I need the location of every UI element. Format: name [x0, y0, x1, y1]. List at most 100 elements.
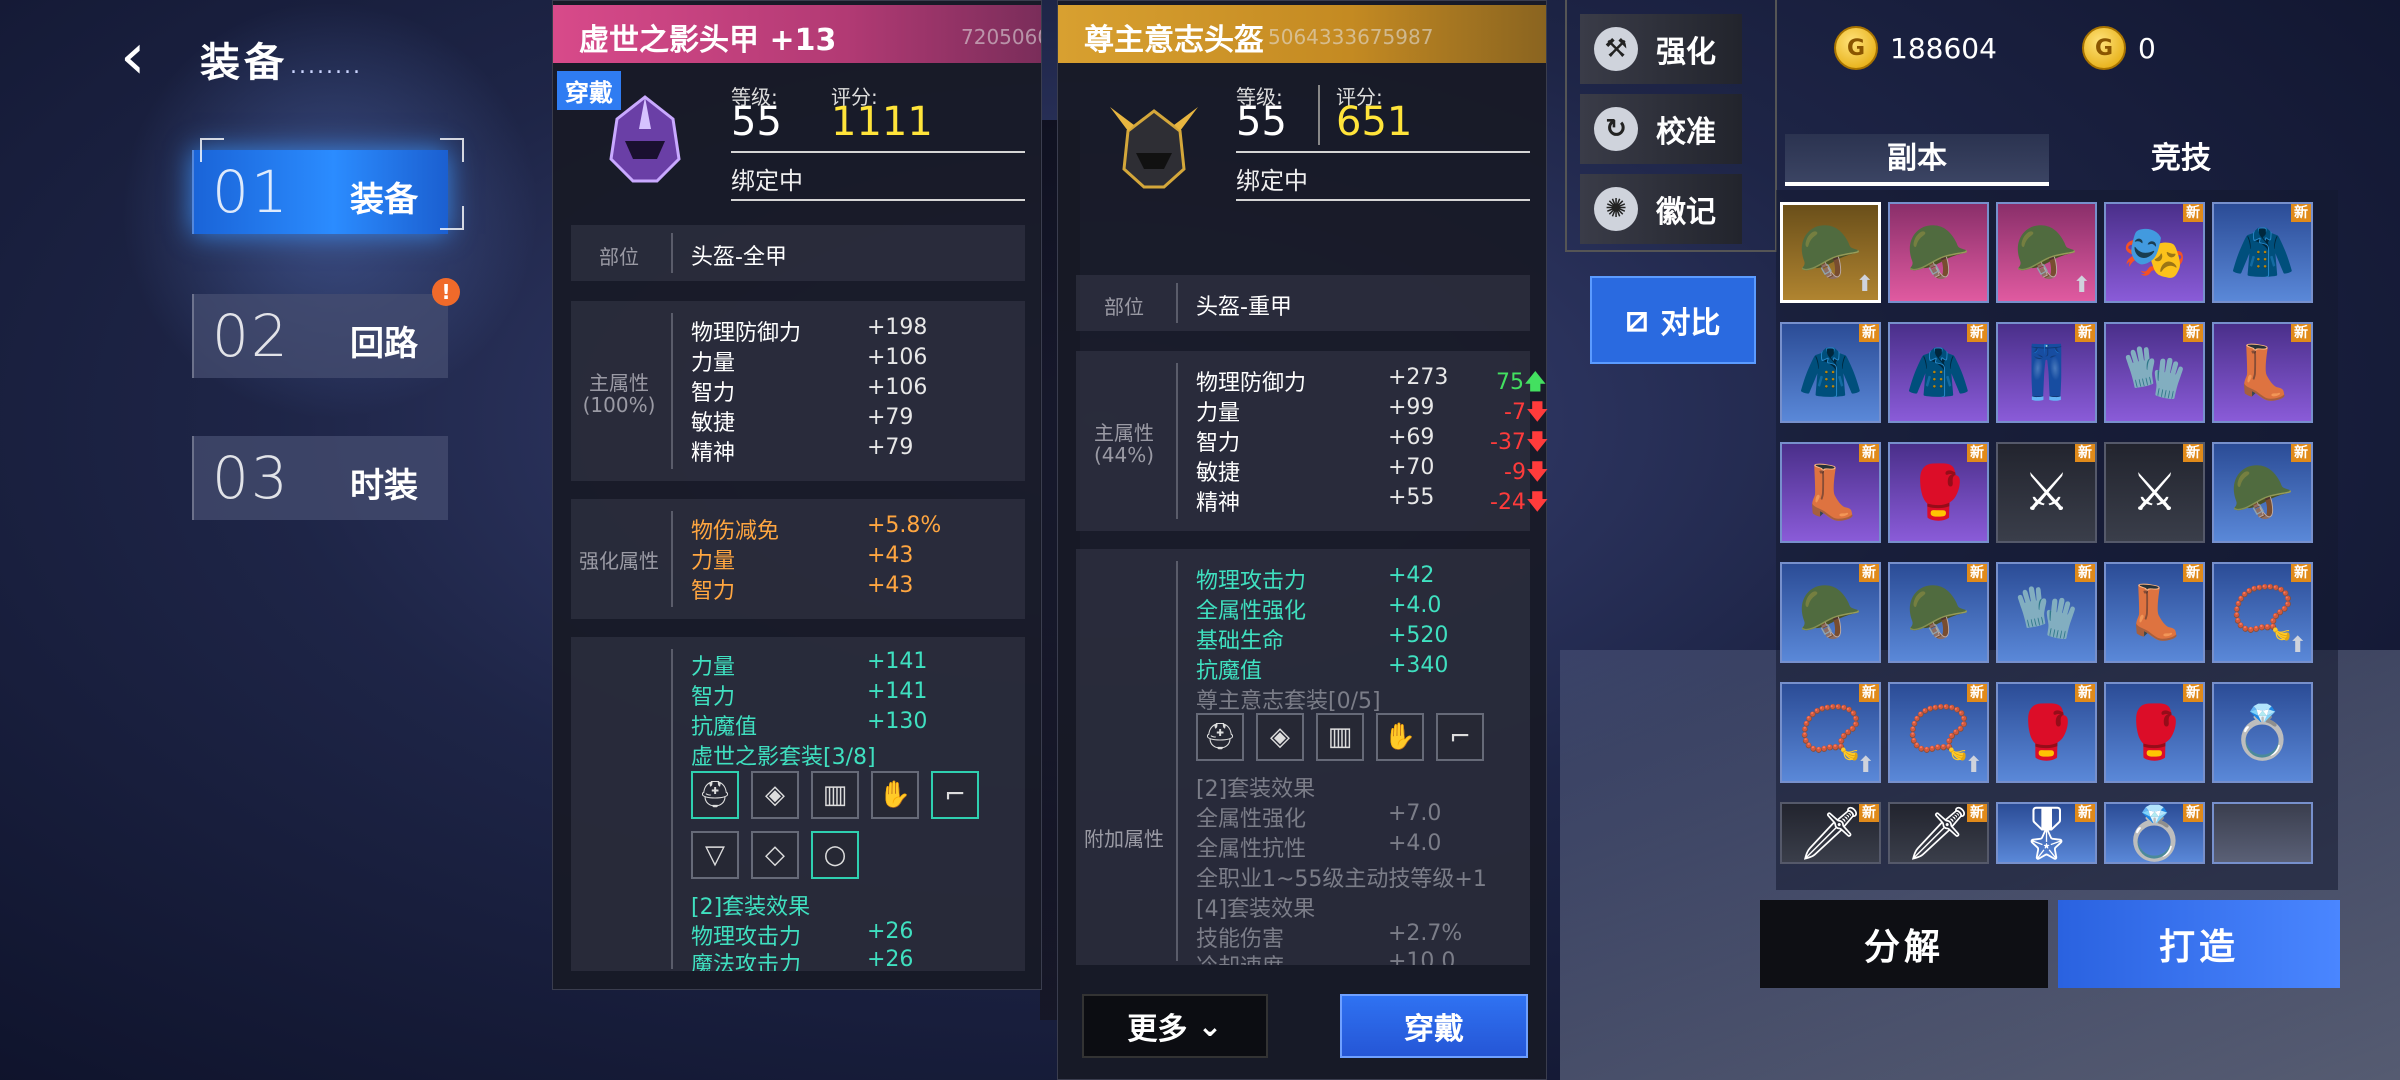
- inventory-slot[interactable]: 新 👢: [2212, 322, 2313, 423]
- stat-value: +42: [1388, 563, 1435, 588]
- set-boots-icon[interactable]: ⌐: [1436, 713, 1484, 761]
- calibrate-button[interactable]: ↻ 校准: [1580, 94, 1742, 164]
- inventory-slot[interactable]: 新 🧥: [2212, 202, 2313, 303]
- tab-fashion[interactable]: 03 时装: [192, 436, 448, 520]
- score-value: 651: [1336, 99, 1413, 145]
- more-button[interactable]: 更多 ⌄: [1082, 994, 1268, 1058]
- tab-number: 03: [212, 444, 290, 512]
- set-effect-title: [2]套装效果: [691, 895, 811, 920]
- emblem-button[interactable]: ✺ 徽记: [1580, 174, 1742, 244]
- level-value: 55: [1236, 99, 1287, 145]
- inventory-slot[interactable]: 新 🎖: [1996, 802, 2097, 864]
- helmet-icon: 🪖: [1798, 583, 1863, 643]
- set-ring-icon[interactable]: ○: [811, 831, 859, 879]
- inventory-slot[interactable]: 新 👖: [1996, 322, 2097, 423]
- stat-name: 敏捷: [691, 411, 736, 436]
- wear-button[interactable]: 穿戴: [1340, 994, 1528, 1058]
- slot-label: 部位: [599, 245, 639, 269]
- stat-name: 力量: [691, 549, 736, 574]
- page-title: 装备: [200, 40, 288, 86]
- inventory-slot[interactable]: 新 🧤: [1996, 562, 2097, 663]
- new-badge: 新: [1967, 684, 1987, 702]
- inventory-slot[interactable]: 新 🗡: [1780, 802, 1881, 864]
- inventory-slot[interactable]: 新 👢: [1780, 442, 1881, 543]
- inventory-slot[interactable]: 🪖 ⬆: [1996, 202, 2097, 303]
- inventory-slot[interactable]: 新 🥊: [1996, 682, 2097, 783]
- inventory-slot[interactable]: 新 👢: [2104, 562, 2205, 663]
- main-attr-pct: (44%): [1093, 443, 1155, 467]
- new-badge: 新: [1967, 804, 1987, 822]
- stat-value: +7.0: [1388, 801, 1442, 826]
- tab-dungeon[interactable]: 副本: [1785, 134, 2049, 186]
- inventory-slot[interactable]: 新 🪖: [1888, 562, 1989, 663]
- new-badge: 新: [1967, 324, 1987, 342]
- inventory-slot[interactable]: 新 ⚔: [1996, 442, 2097, 543]
- inventory-slot-empty[interactable]: [2212, 802, 2313, 864]
- necklace-icon: 📿: [2230, 583, 2295, 643]
- tab-arena[interactable]: 竞技: [2049, 134, 2313, 186]
- new-badge: 新: [1859, 564, 1879, 582]
- set-pants-icon[interactable]: ▥: [1316, 713, 1364, 761]
- set-pants-icon[interactable]: ▥: [811, 771, 859, 819]
- set-armor-icon[interactable]: ◈: [1256, 713, 1304, 761]
- inventory-slot[interactable]: 新 📿 ⬆: [1888, 682, 1989, 783]
- stat-name: 智力: [691, 579, 736, 604]
- arrow-down-icon: 🡇: [1525, 490, 1549, 515]
- helmet-icon: 🪖: [1906, 583, 1971, 643]
- forge-button[interactable]: 打造: [2058, 900, 2340, 988]
- disassemble-button[interactable]: 分解: [1760, 900, 2048, 988]
- stat-value: +43: [867, 573, 914, 598]
- divider: [671, 649, 673, 969]
- inventory-slot[interactable]: 新 📿 ⬆: [1780, 682, 1881, 783]
- diff-value: -37: [1490, 430, 1526, 455]
- item-name: 尊主意志头盔: [1084, 23, 1264, 58]
- inventory-slot[interactable]: 新 🗡: [1888, 802, 1989, 864]
- back-icon[interactable]: ‹: [120, 22, 180, 92]
- set-boots-icon[interactable]: ⌐: [931, 771, 979, 819]
- blade-icon: 🗡: [1797, 803, 1864, 864]
- new-badge: 新: [1859, 324, 1879, 342]
- inventory-slot[interactable]: 新 🧥: [1888, 322, 1989, 423]
- set-gloves-icon[interactable]: ✋: [871, 771, 919, 819]
- enhance-button[interactable]: ⚒ 强化: [1580, 14, 1742, 84]
- inventory-slot[interactable]: 新 💍: [2104, 802, 2205, 864]
- inventory-slot[interactable]: 新 ⚔: [2104, 442, 2205, 543]
- tab-equipment[interactable]: 01 装备: [192, 150, 448, 234]
- helmet-icon: 🪖: [1798, 223, 1863, 283]
- armor-icon: 🧥: [1798, 343, 1863, 403]
- stat-name: 智力: [1196, 431, 1241, 456]
- new-badge: 新: [2183, 444, 2203, 462]
- inventory-slot[interactable]: 新 🪖: [1780, 562, 1881, 663]
- inventory-slot[interactable]: 💍: [2212, 682, 2313, 783]
- tab-number: 02: [212, 302, 290, 370]
- divider: [731, 199, 1025, 201]
- inventory-slot[interactable]: 新 🥊: [2104, 682, 2205, 783]
- inventory-slot[interactable]: 新 🪖: [2212, 442, 2313, 543]
- inventory-slot[interactable]: 🪖 ⬆: [1780, 202, 1881, 303]
- set-necklace-icon[interactable]: ▽: [691, 831, 739, 879]
- set-armor-icon[interactable]: ◈: [751, 771, 799, 819]
- compare-button[interactable]: ⧄ 对比: [1590, 276, 1756, 364]
- inventory-slot[interactable]: 新 🥊: [1888, 442, 1989, 543]
- set-helmet-icon[interactable]: ⛑: [1196, 713, 1244, 761]
- stat-value: +273: [1388, 365, 1449, 390]
- inventory-slot[interactable]: 🪖: [1888, 202, 1989, 303]
- inventory-slot[interactable]: 新 🧤: [2104, 322, 2205, 423]
- upgrade-arrow-icon: ⬆: [2072, 273, 2091, 298]
- inventory-slot[interactable]: 新 🎭: [2104, 202, 2205, 303]
- upgrade-arrow-icon: ⬆: [1856, 753, 1875, 778]
- slot-section: 部位 头盔-全甲: [571, 225, 1025, 281]
- new-badge: 新: [1859, 684, 1879, 702]
- stat-value: +26: [867, 919, 914, 944]
- item-header: 虚世之影头甲 +13 720506043: [553, 5, 1041, 63]
- tab-circuit[interactable]: 02 回路: [192, 294, 448, 378]
- set-helmet-icon[interactable]: ⛑: [691, 771, 739, 819]
- stat-name: 物伤减免: [691, 519, 780, 544]
- divider: [671, 313, 673, 469]
- inventory-slot[interactable]: 新 📿 ⬆: [2212, 562, 2313, 663]
- set-bracer-icon[interactable]: ◇: [751, 831, 799, 879]
- divider: [731, 151, 1025, 153]
- diff-value: -9: [1504, 460, 1526, 485]
- set-gloves-icon[interactable]: ✋: [1376, 713, 1424, 761]
- inventory-slot[interactable]: 新 🧥: [1780, 322, 1881, 423]
